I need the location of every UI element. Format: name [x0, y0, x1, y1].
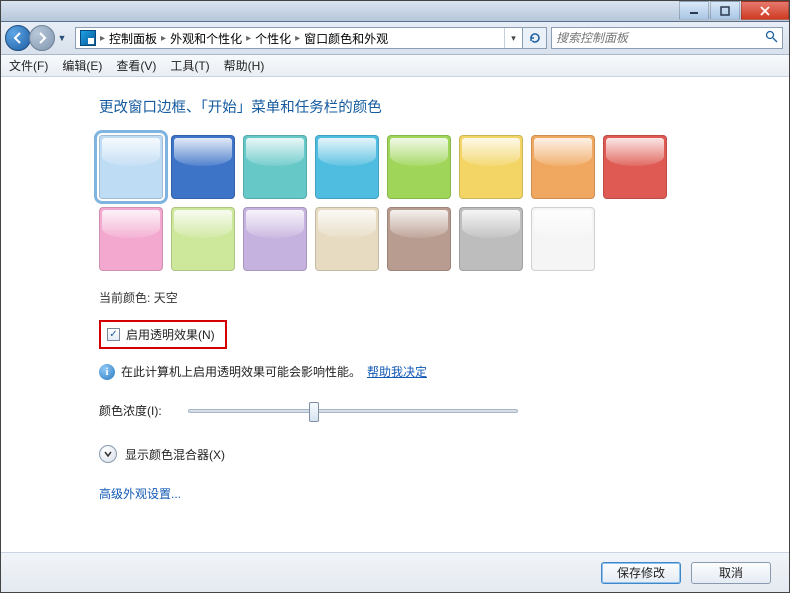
menu-tools[interactable]: 工具(T) — [170, 57, 209, 74]
transparency-highlight: ✓ 启用透明效果(N) — [99, 320, 227, 349]
chevron-down-icon — [103, 449, 113, 459]
chevron-right-icon: ▸ — [100, 33, 105, 44]
current-color-row: 当前颜色: 天空 — [99, 289, 789, 306]
save-button[interactable]: 保存修改 — [601, 562, 681, 584]
nav-history-dropdown[interactable]: ▼ — [55, 25, 69, 51]
color-swatch-teal[interactable] — [243, 135, 307, 199]
footer: 保存修改 取消 — [1, 552, 789, 592]
cancel-button[interactable]: 取消 — [691, 562, 771, 584]
color-swatch-green[interactable] — [387, 135, 451, 199]
info-row: i 在此计算机上启用透明效果可能会影响性能。 帮助我决定 — [99, 363, 789, 380]
control-panel-icon — [80, 30, 96, 46]
chevron-right-icon: ▸ — [246, 33, 251, 44]
advanced-appearance-link[interactable]: 高级外观设置... — [99, 487, 181, 501]
intensity-thumb[interactable] — [309, 402, 319, 422]
info-text: 在此计算机上启用透明效果可能会影响性能。 — [121, 363, 361, 380]
menu-view[interactable]: 查看(V) — [116, 57, 156, 74]
color-swatch-yellow[interactable] — [459, 135, 523, 199]
content: 更改窗口边框、「开始」菜单和任务栏的颜色 当前颜色: 天空 ✓ 启用透明效果(N… — [1, 78, 789, 552]
arrow-right-icon — [35, 31, 49, 45]
breadcrumb-item[interactable]: 控制面板 — [109, 30, 157, 47]
help-link[interactable]: 帮助我决定 — [367, 363, 427, 380]
maximize-button[interactable] — [710, 1, 740, 20]
menu-help[interactable]: 帮助(H) — [224, 57, 265, 74]
refresh-icon — [528, 31, 542, 45]
current-color-value: 天空 — [154, 291, 178, 305]
chevron-right-icon: ▸ — [161, 33, 166, 44]
color-swatch-lavender[interactable] — [243, 207, 307, 271]
current-color-label: 当前颜色: — [99, 291, 150, 305]
breadcrumb-item[interactable]: 窗口颜色和外观 — [304, 30, 388, 47]
color-swatch-grid — [99, 135, 699, 271]
window: ▼ ▸ 控制面板 ▸ 外观和个性化 ▸ 个性化 ▸ 窗口颜色和外观 ▾ 文件(F… — [0, 0, 790, 593]
menu-file[interactable]: 文件(F) — [9, 57, 48, 74]
info-icon: i — [99, 364, 115, 380]
transparency-label: 启用透明效果(N) — [126, 326, 215, 343]
color-swatch-brown[interactable] — [387, 207, 451, 271]
intensity-row: 颜色浓度(I): — [99, 402, 789, 419]
address-dropdown[interactable]: ▾ — [504, 28, 522, 48]
breadcrumb-item[interactable]: 外观和个性化 — [170, 30, 242, 47]
arrow-left-icon — [11, 31, 25, 45]
forward-button[interactable] — [29, 25, 55, 51]
intensity-label: 颜色浓度(I): — [99, 402, 162, 419]
color-swatch-cyan[interactable] — [315, 135, 379, 199]
color-swatch-pink[interactable] — [99, 207, 163, 271]
color-swatch-beige[interactable] — [315, 207, 379, 271]
search-box[interactable] — [551, 27, 783, 49]
color-swatch-sky[interactable] — [99, 135, 163, 199]
transparency-checkbox[interactable]: ✓ — [107, 328, 120, 341]
color-swatch-lime[interactable] — [171, 207, 235, 271]
intensity-slider[interactable] — [188, 409, 518, 413]
breadcrumb-item[interactable]: 个性化 — [255, 30, 291, 47]
titlebar — [1, 1, 789, 22]
search-input[interactable] — [556, 31, 765, 45]
nav-buttons: ▼ — [5, 25, 69, 51]
color-swatch-orange[interactable] — [531, 135, 595, 199]
close-button[interactable] — [741, 1, 789, 20]
window-controls — [678, 1, 789, 21]
minimize-button[interactable] — [679, 1, 709, 20]
color-swatch-red[interactable] — [603, 135, 667, 199]
address-bar[interactable]: ▸ 控制面板 ▸ 外观和个性化 ▸ 个性化 ▸ 窗口颜色和外观 ▾ — [75, 27, 523, 49]
search-icon[interactable] — [765, 30, 778, 46]
chevron-right-icon: ▸ — [295, 33, 300, 44]
navbar: ▼ ▸ 控制面板 ▸ 外观和个性化 ▸ 个性化 ▸ 窗口颜色和外观 ▾ — [1, 22, 789, 55]
color-swatch-white[interactable] — [531, 207, 595, 271]
back-button[interactable] — [5, 25, 31, 51]
menubar: 文件(F) 编辑(E) 查看(V) 工具(T) 帮助(H) — [1, 55, 789, 77]
color-swatch-gray[interactable] — [459, 207, 523, 271]
mixer-label: 显示颜色混合器(X) — [125, 446, 225, 463]
page-heading: 更改窗口边框、「开始」菜单和任务栏的颜色 — [99, 96, 789, 117]
expand-mixer-button[interactable] — [99, 445, 117, 463]
color-swatch-blue[interactable] — [171, 135, 235, 199]
advanced-link-row: 高级外观设置... — [99, 485, 789, 502]
menu-edit[interactable]: 编辑(E) — [62, 57, 102, 74]
refresh-button[interactable] — [523, 27, 547, 49]
mixer-row: 显示颜色混合器(X) — [99, 445, 789, 463]
